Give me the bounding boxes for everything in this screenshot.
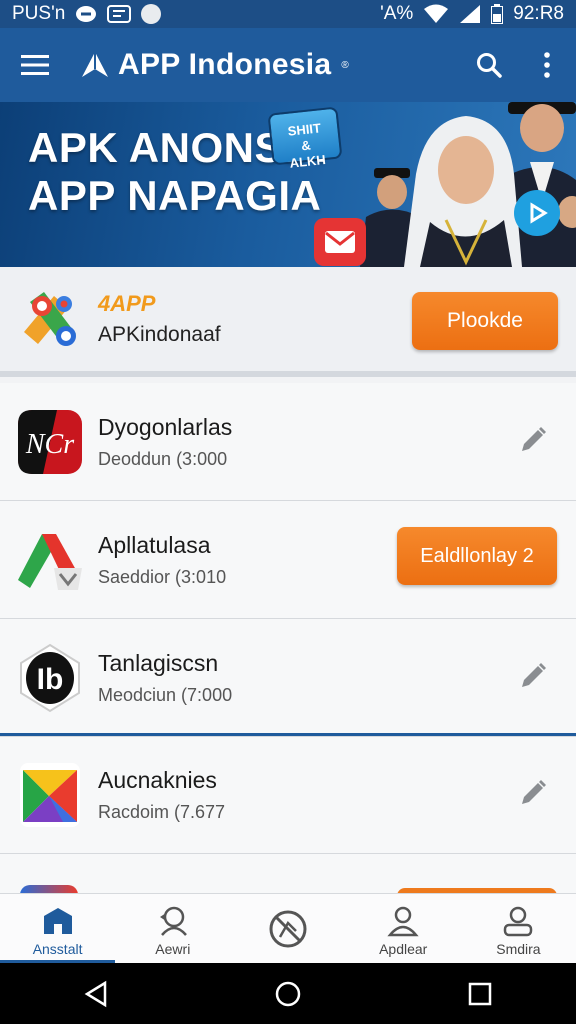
clock-label: 92:R8	[513, 3, 564, 24]
banner-mail-button[interactable]	[314, 218, 366, 266]
status-right: 'A% 92:R8	[380, 3, 564, 25]
nav-profile[interactable]: Apdlear	[346, 894, 461, 963]
edit-button[interactable]	[518, 778, 548, 808]
user-icon	[498, 901, 538, 941]
status-bar: PUS'n 'A% 92:R8	[0, 0, 576, 28]
featured-brand-label: 4APP	[98, 291, 156, 316]
nav-home-label: Ansstalt	[32, 940, 83, 957]
nav-blocked[interactable]	[230, 894, 345, 963]
battery-icon	[491, 4, 504, 24]
nav-updates[interactable]: Aewri	[115, 894, 230, 963]
back-button[interactable]	[66, 969, 126, 1019]
list-item-texts: Aucnaknies Racdoim (7.677	[98, 767, 225, 823]
featured-action-button[interactable]: Plookde	[412, 292, 558, 350]
nav-updates-label: Aewri	[155, 940, 191, 957]
list-item[interactable]: Ib Tanlagiscsn Meodciun (7:000	[0, 619, 576, 737]
network-label: 'A%	[380, 3, 414, 24]
app-name: Tanlagiscsn	[98, 649, 219, 676]
list-item-texts: Tanlagiscsn Meodciun (7:000	[98, 650, 232, 706]
status-left: PUS'n	[12, 3, 162, 25]
app-list: NCr Dyogonlarlas Deoddun (3:000 Apllatul…	[0, 383, 576, 893]
maps-pin-logo-icon	[24, 292, 76, 346]
app-subtitle: Racdoim (7.677	[98, 801, 226, 822]
refresh-person-icon	[153, 901, 193, 941]
app-bar: APP Indonesia ®	[0, 28, 576, 102]
hamburger-icon	[21, 55, 49, 75]
home-system-button[interactable]	[258, 969, 318, 1019]
bottom-navigation: Ansstalt Aewri Apdlear Smdira	[0, 893, 576, 963]
featured-app-name: APKindonaaf	[98, 323, 221, 346]
app-title: APP Indonesia	[118, 48, 332, 81]
system-navigation-bar	[0, 963, 576, 1024]
message-icon	[107, 5, 132, 23]
screen: PUS'n 'A% 92:R8 APP Indonesia ® APK ANON…	[0, 0, 576, 1024]
app-bar-actions	[460, 28, 576, 102]
featured-app-card[interactable]: 4APP APKindonaaf Plookde	[0, 267, 576, 377]
app-subtitle: Deoddun (3:000	[98, 448, 228, 469]
install-button[interactable]: Ealdllonlay 2	[397, 527, 557, 585]
ncr-logo-text: NCr	[25, 429, 74, 460]
app-name: Dyogonlarlas	[98, 413, 233, 440]
search-button[interactable]	[460, 28, 518, 102]
avatar-icon	[141, 4, 162, 24]
triangle-logo-icon	[16, 526, 84, 594]
menu-button[interactable]	[0, 28, 70, 102]
featured-text: 4APP APKindonaaf	[98, 291, 221, 347]
person-icon	[383, 901, 423, 941]
list-item-texts: Dyogonlarlas Deoddun (3:000	[98, 414, 232, 470]
app-name: Apllatulasa	[98, 531, 211, 558]
nav-home[interactable]: Ansstalt	[0, 894, 116, 963]
blocked-circle-icon	[268, 909, 308, 949]
app-subtitle: Meodciun (7:000	[98, 684, 233, 705]
signal-icon	[459, 4, 481, 24]
banner-headline-2: APP NAPAGIA	[28, 172, 322, 219]
carrier-label: PUS'n	[12, 3, 66, 24]
edit-button[interactable]	[518, 661, 548, 691]
ib-logo-text: Ib	[37, 663, 64, 696]
home-circle-icon	[275, 981, 301, 1006]
more-options-button[interactable]	[518, 28, 576, 102]
banner-badge: SHIIT & ALKH	[267, 106, 343, 171]
envelope-icon	[325, 231, 355, 253]
partial-list-item-icon	[20, 885, 78, 893]
play-icon	[530, 202, 548, 224]
banner-people-illustration	[360, 102, 576, 267]
ib-logo-icon: Ib	[16, 643, 84, 712]
pencil-icon	[522, 427, 546, 451]
paper-plane-icon	[82, 52, 108, 77]
more-vertical-icon	[544, 52, 550, 78]
list-item-texts: Apllatulasa Saeddior (3:010	[98, 532, 226, 588]
list-item[interactable]: Aucnaknies Racdoim (7.677	[0, 736, 576, 854]
recents-square-icon	[468, 982, 492, 1005]
back-triangle-icon	[84, 980, 107, 1007]
pencil-icon	[522, 663, 546, 687]
app-name: Aucnaknies	[98, 766, 217, 793]
app-subtitle: Saeddior (3:010	[98, 566, 227, 587]
promo-banner[interactable]: APK ANONSIA APP NAPAGIA SHIIT & ALKH	[0, 102, 576, 267]
ncr-logo-icon: NCr	[16, 408, 84, 476]
edit-button[interactable]	[518, 425, 548, 455]
nav-account-label: Smdira	[496, 940, 541, 957]
pencil-icon	[522, 780, 546, 804]
nav-account[interactable]: Smdira	[461, 894, 576, 963]
notification-icon	[75, 5, 97, 23]
banner-play-button[interactable]	[514, 190, 560, 236]
play-triangle-logo-icon	[16, 761, 84, 829]
wifi-icon	[423, 4, 449, 24]
search-icon	[477, 53, 502, 78]
app-logo: APP Indonesia ®	[80, 48, 349, 82]
home-icon	[38, 901, 78, 941]
list-item[interactable]: NCr Dyogonlarlas Deoddun (3:000	[0, 383, 576, 501]
registered-mark: ®	[341, 59, 349, 71]
recents-button[interactable]	[450, 969, 510, 1019]
nav-profile-label: Apdlear	[379, 940, 428, 957]
